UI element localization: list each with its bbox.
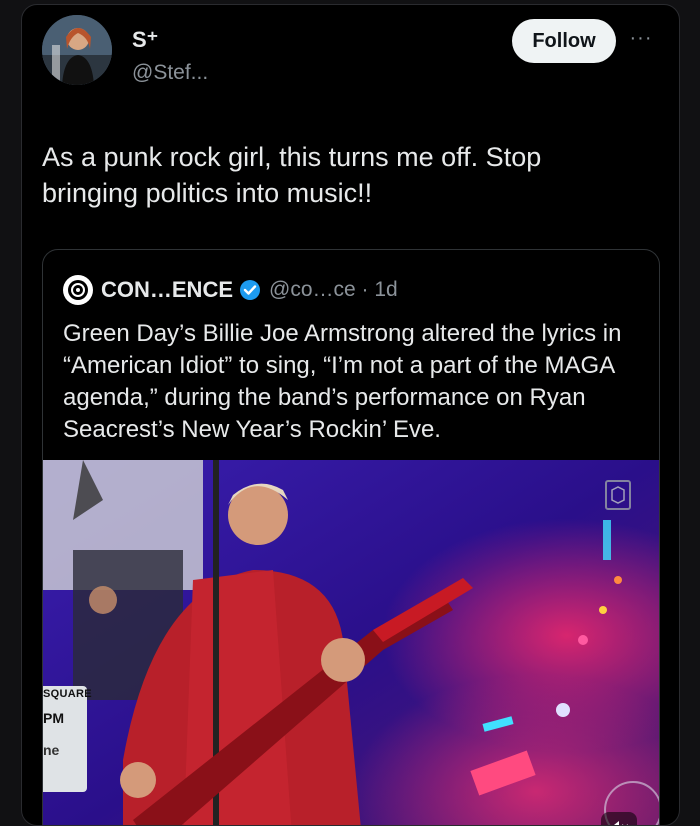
quoted-tweet[interactable]: CON…ENCE @co…ce · 1d Green Day’s Billie … xyxy=(42,249,660,825)
tweet-card: S⁺ @Stef... Follow ··· As a punk rock gi… xyxy=(21,4,680,826)
quoted-tweet-text: Green Day’s Billie Joe Armstrong altered… xyxy=(63,320,622,443)
broadcast-lower-third: SQUARE PM ne xyxy=(43,686,92,792)
lower-third-line-3: ne xyxy=(43,742,60,758)
author-handle[interactable]: @Stef... xyxy=(132,61,208,85)
quoted-account-name[interactable]: CON…ENCE xyxy=(101,277,233,303)
mute-icon[interactable] xyxy=(601,812,637,825)
author-avatar[interactable] xyxy=(42,15,112,85)
lower-third-line-1: SQUARE xyxy=(43,688,92,700)
quoted-account-avatar[interactable] xyxy=(63,275,93,305)
follow-button[interactable]: Follow xyxy=(512,19,616,63)
video-frame xyxy=(43,460,659,825)
quoted-tweet-header: CON…ENCE @co…ce · 1d xyxy=(63,272,398,308)
author-name[interactable]: S⁺ xyxy=(132,27,158,53)
more-options-icon[interactable]: ··· xyxy=(626,27,656,49)
verified-badge-icon xyxy=(240,280,261,300)
quoted-account-handle[interactable]: @co…ce · 1d xyxy=(269,278,398,302)
post-text: As a punk rock girl, this turns me off. … xyxy=(42,142,542,208)
video-player[interactable]: SQUARE PM ne xyxy=(43,460,659,825)
lower-third-line-2: PM xyxy=(43,710,64,726)
network-logo-icon xyxy=(605,480,631,510)
